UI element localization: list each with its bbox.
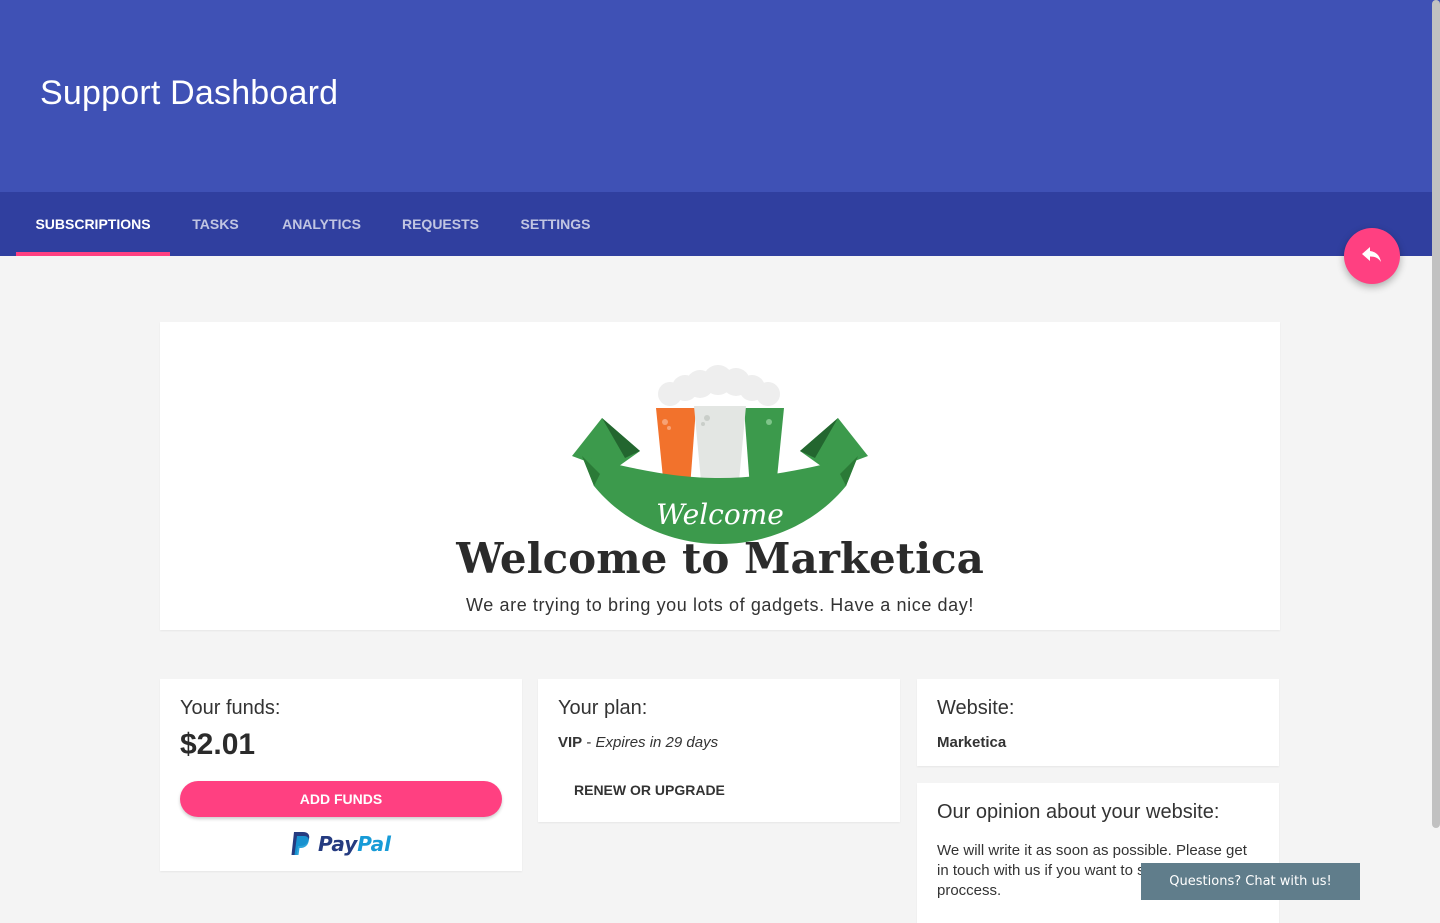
reply-icon — [1362, 247, 1381, 262]
opinion-label: Our opinion about your website: — [937, 801, 1220, 823]
logo-text: Welcome — [656, 498, 784, 531]
app-header: Support Dashboard — [0, 0, 1440, 192]
welcome-title: Welcome to Marketica — [456, 534, 984, 583]
paypal-word-pay: Pay — [318, 832, 358, 856]
tab-bar: SUBSCRIPTIONS TASKS ANALYTICS REQUESTS S… — [0, 192, 1440, 256]
funds-card: Your funds: $2.01 ADD FUNDS PayPal — [160, 679, 522, 871]
plan-details: VIP - Expires in 29 days — [558, 734, 718, 751]
reply-button[interactable] — [1344, 228, 1400, 284]
welcome-subtitle: We are trying to bring you lots of gadge… — [466, 595, 974, 615]
tab-tasks[interactable]: TASKS — [170, 192, 261, 256]
tab-requests[interactable]: REQUESTS — [382, 192, 499, 256]
plan-card: Your plan: VIP - Expires in 29 days RENE… — [538, 679, 900, 822]
plan-label: Your plan: — [558, 697, 648, 719]
add-funds-button[interactable]: ADD FUNDS — [180, 781, 502, 817]
paypal-icon — [291, 832, 310, 855]
website-card: Website: Marketica — [917, 679, 1279, 766]
welcome-logo: Welcome — [572, 365, 868, 544]
plan-name: VIP — [558, 734, 583, 751]
chat-button[interactable]: Questions? Chat with us! — [1141, 863, 1360, 900]
page-title: Support Dashboard — [40, 74, 339, 112]
website-name: Marketica — [937, 734, 1007, 751]
renew-upgrade-button[interactable]: RENEW OR UPGRADE — [558, 775, 741, 805]
page-scrollbar[interactable] — [1432, 0, 1440, 828]
paypal-word-pal: Pal — [357, 832, 392, 856]
welcome-card: Welcome Welcome to Marketica We are tryi… — [160, 322, 1280, 630]
tab-subscriptions[interactable]: SUBSCRIPTIONS — [16, 192, 170, 256]
funds-label: Your funds: — [180, 697, 281, 719]
website-label: Website: — [937, 697, 1015, 719]
tab-settings[interactable]: SETTINGS — [499, 192, 612, 256]
plan-expiry: Expires in 29 days — [595, 734, 719, 751]
funds-amount: $2.01 — [180, 728, 256, 761]
plan-separator: - — [582, 734, 596, 751]
opinion-card: Our opinion about your website: We will … — [917, 783, 1279, 923]
tab-analytics[interactable]: ANALYTICS — [261, 192, 382, 256]
active-tab-indicator — [16, 252, 170, 256]
paypal-logo[interactable]: PayPal — [290, 829, 391, 859]
